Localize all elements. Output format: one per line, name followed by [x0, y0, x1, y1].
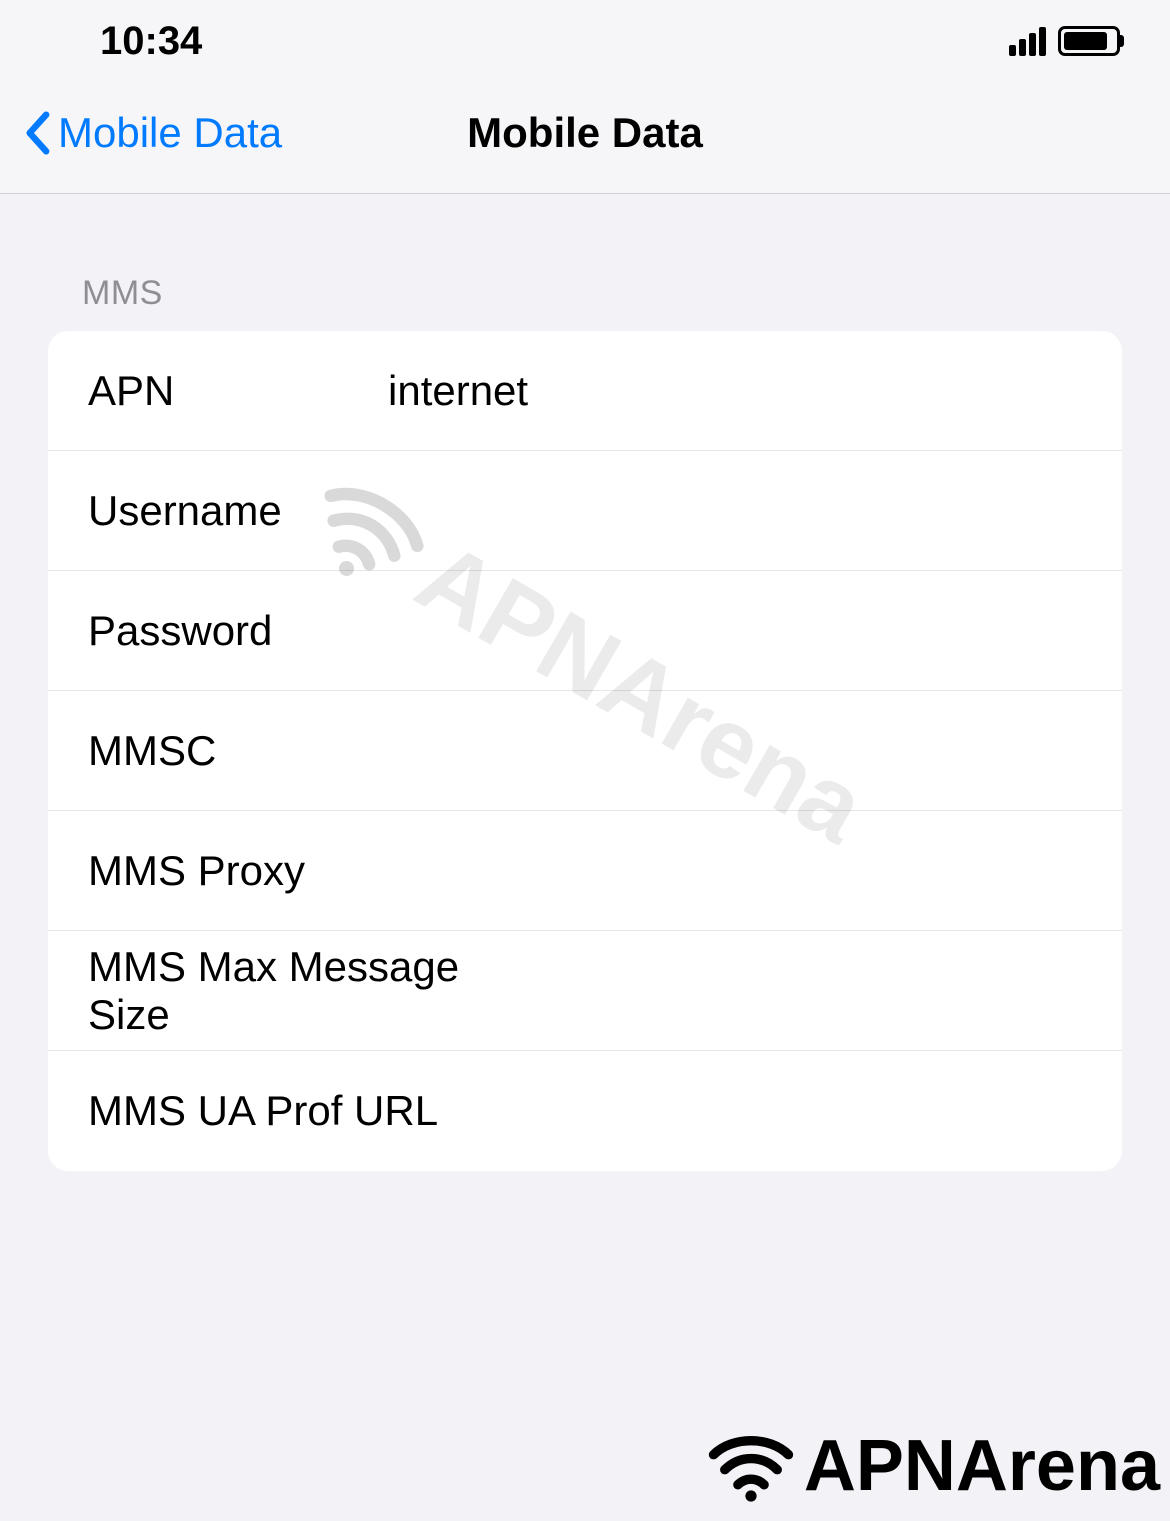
- status-bar: 10:34: [0, 0, 1170, 82]
- username-label: Username: [88, 487, 388, 535]
- back-label: Mobile Data: [58, 109, 282, 157]
- cellular-signal-icon: [1009, 27, 1046, 56]
- password-label: Password: [88, 607, 388, 655]
- mmsc-label: MMSC: [88, 727, 388, 775]
- content-area: MMS APN Username Password MMSC MMS Proxy…: [0, 194, 1170, 1171]
- back-button[interactable]: Mobile Data: [24, 109, 282, 157]
- footer-brand-logo: APNArena: [706, 1421, 1160, 1511]
- footer-brand-text: APNArena: [804, 1425, 1160, 1507]
- apn-input[interactable]: [388, 367, 1082, 415]
- apn-row[interactable]: APN: [48, 331, 1122, 451]
- chevron-left-icon: [24, 111, 50, 155]
- mms-settings-group: APN Username Password MMSC MMS Proxy MMS…: [48, 331, 1122, 1171]
- apn-label: APN: [88, 367, 388, 415]
- mms-max-size-label: MMS Max Message Size: [88, 943, 541, 1039]
- mms-proxy-label: MMS Proxy: [88, 847, 388, 895]
- mms-ua-prof-label: MMS UA Prof URL: [88, 1087, 541, 1135]
- username-row[interactable]: Username: [48, 451, 1122, 571]
- password-input[interactable]: [388, 607, 1082, 655]
- battery-icon: [1058, 26, 1120, 56]
- status-indicators: [1009, 26, 1120, 56]
- navigation-bar: Mobile Data Mobile Data: [0, 82, 1170, 194]
- mms-max-size-input[interactable]: [541, 967, 1082, 1015]
- wifi-icon: [706, 1421, 796, 1511]
- status-time: 10:34: [100, 19, 202, 64]
- section-header-mms: MMS: [48, 274, 1122, 313]
- mms-ua-prof-input[interactable]: [541, 1087, 1082, 1135]
- page-title: Mobile Data: [467, 109, 703, 157]
- mms-proxy-input[interactable]: [388, 847, 1082, 895]
- mms-ua-prof-row[interactable]: MMS UA Prof URL: [48, 1051, 1122, 1171]
- password-row[interactable]: Password: [48, 571, 1122, 691]
- mmsc-row[interactable]: MMSC: [48, 691, 1122, 811]
- mms-max-size-row[interactable]: MMS Max Message Size: [48, 931, 1122, 1051]
- mmsc-input[interactable]: [388, 727, 1082, 775]
- username-input[interactable]: [388, 487, 1082, 535]
- mms-proxy-row[interactable]: MMS Proxy: [48, 811, 1122, 931]
